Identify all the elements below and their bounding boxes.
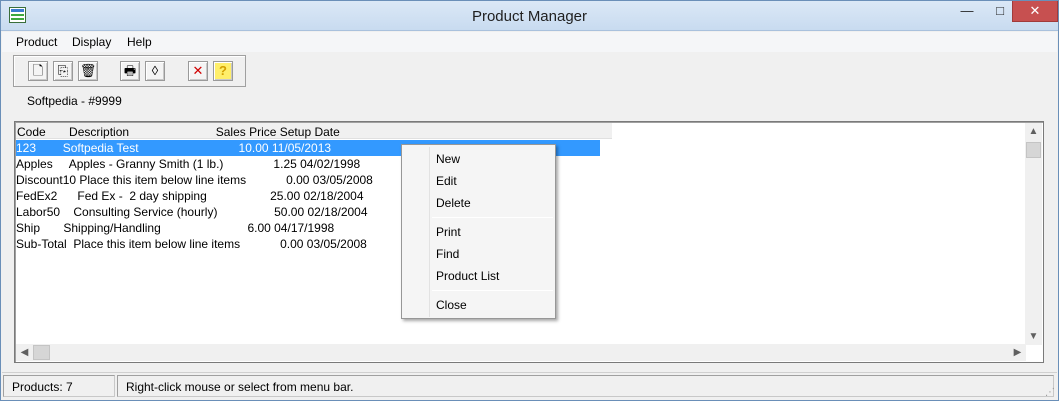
window-title: Product Manager [471,8,588,25]
find-button[interactable]: ◊ [145,61,165,81]
context-menu-find[interactable]: Find [436,247,459,261]
copy-product-button[interactable]: ⎘ [53,61,73,81]
table-row[interactable]: Labor50 Consulting Service (hourly) 50.0… [16,204,368,220]
minimize-button[interactable]: — [947,1,987,22]
table-row[interactable]: Ship Shipping/Handling 6.00 04/17/1998 [16,220,334,236]
company-label: Softpedia - #9999 [27,94,122,108]
context-menu-close[interactable]: Close [436,298,467,312]
toolbar: 🗋 ⎘ 🗑 🖶 ◊ ✕ ? [13,55,246,87]
scroll-right-icon[interactable]: ▶ [1009,344,1026,361]
context-menu-gutter [429,147,430,317]
menu-product[interactable]: Product [16,35,57,49]
title-bar[interactable]: Product Manager — □ ✕ [1,1,1058,31]
new-product-button[interactable]: 🗋 [28,61,48,81]
menu-separator [432,217,553,218]
table-row[interactable]: Discount10 Place this item below line it… [16,172,373,188]
help-button[interactable]: ? [213,61,233,81]
vertical-scroll-thumb[interactable] [1026,142,1041,158]
horizontal-scroll-thumb[interactable] [33,345,50,360]
maximize-button[interactable]: □ [989,1,1011,22]
menu-separator [432,290,553,291]
print-button[interactable]: 🖶 [120,61,140,81]
context-menu-edit[interactable]: Edit [436,174,457,188]
delete-product-button[interactable]: 🗑 [78,61,98,81]
menu-bar: Product Display Help [2,32,1057,52]
table-row[interactable]: FedEx2 Fed Ex - 2 day shipping 25.00 02/… [16,188,364,204]
status-product-count: Products: 7 [3,375,115,397]
close-window-button[interactable]: ✕ [1012,1,1058,22]
menu-display[interactable]: Display [72,35,111,49]
context-menu-product-list[interactable]: Product List [436,269,499,283]
context-menu-new[interactable]: New [436,152,460,166]
scroll-left-icon[interactable]: ◀ [16,344,33,361]
app-window: Product Manager — □ ✕ Product Display He… [0,0,1059,401]
list-column-headers: Code Description Sales Price Setup Date [17,125,340,139]
scroll-up-icon[interactable]: ▲ [1025,123,1042,140]
menu-help[interactable]: Help [127,35,152,49]
context-menu-delete[interactable]: Delete [436,196,471,210]
scroll-down-icon[interactable]: ▼ [1025,328,1042,345]
status-hint: Right-click mouse or select from menu ba… [117,375,1054,397]
context-menu: New Edit Delete Print Find Product List … [401,144,556,319]
table-row[interactable]: Sub-Total Place this item below line ite… [16,236,367,252]
horizontal-scrollbar[interactable]: ◀ ▶ [16,344,1026,361]
cancel-button[interactable]: ✕ [188,61,208,81]
vertical-scrollbar[interactable]: ▲ ▼ [1025,123,1042,345]
table-row[interactable]: Apples Apples - Granny Smith (1 lb.) 1.2… [16,156,360,172]
status-bar: Products: 7 Right-click mouse or select … [2,372,1057,400]
resize-grip-icon[interactable]: ⋰ [1045,387,1055,398]
context-menu-print[interactable]: Print [436,225,461,239]
